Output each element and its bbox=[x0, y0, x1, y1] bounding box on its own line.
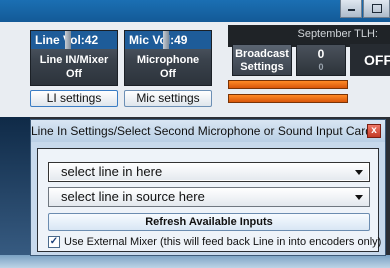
mic-settings-button[interactable]: Mic settings bbox=[124, 90, 212, 107]
chevron-down-icon[interactable] bbox=[355, 195, 363, 200]
line-in-source-select[interactable]: select line in source here bbox=[48, 187, 370, 207]
broadcast-state: OFF bbox=[350, 44, 390, 76]
line-vol-slider-thumb[interactable] bbox=[65, 31, 71, 49]
background-window bbox=[0, 117, 30, 268]
external-mixer-checkbox[interactable]: ✓ bbox=[48, 236, 60, 248]
microphone-label: Microphone bbox=[136, 54, 200, 66]
level-meter-left bbox=[228, 80, 348, 89]
mic-vol-slider-thumb[interactable] bbox=[163, 31, 169, 49]
line-in-mixer-state: Off bbox=[66, 68, 82, 80]
dialog-content: select line in here select line in sourc… bbox=[37, 148, 382, 252]
refresh-inputs-button[interactable]: Refresh Available Inputs bbox=[48, 213, 370, 231]
line-in-mixer-toggle[interactable]: Line Vol:42 Line IN/Mixer Off bbox=[30, 30, 118, 86]
listener-count-value: 0 bbox=[317, 47, 325, 61]
microphone-toggle[interactable]: Mic Vol:49 Microphone Off bbox=[124, 30, 212, 86]
broadcast-label-line1: Broadcast bbox=[235, 48, 289, 60]
line-vol-slider[interactable]: Line Vol:42 bbox=[31, 31, 117, 49]
dialog-title-bar[interactable]: Line In Settings/Select Second Microphon… bbox=[31, 120, 385, 142]
chevron-down-icon[interactable] bbox=[355, 170, 363, 175]
line-in-select[interactable]: select line in here bbox=[48, 162, 370, 182]
app-title-bar bbox=[0, 0, 390, 22]
listener-count-sub: 0 bbox=[318, 62, 324, 72]
broadcast-settings-button[interactable]: Broadcast Settings bbox=[232, 44, 292, 76]
dialog-title: Line In Settings/Select Second Microphon… bbox=[31, 124, 372, 138]
li-settings-button[interactable]: LI settings bbox=[30, 90, 118, 107]
line-in-settings-dialog: Line In Settings/Select Second Microphon… bbox=[30, 119, 386, 256]
mic-vol-label: Mic Vol:49 bbox=[129, 33, 188, 47]
line-in-select-value: select line in here bbox=[61, 164, 163, 179]
minimize-icon[interactable] bbox=[340, 0, 362, 18]
level-meter-right bbox=[228, 94, 348, 103]
broadcast-label-line2: Settings bbox=[240, 61, 284, 73]
maximize-icon[interactable] bbox=[363, 0, 390, 18]
line-in-mixer-label: Line IN/Mixer bbox=[39, 54, 109, 66]
tlh-label: September TLH: bbox=[297, 28, 378, 40]
background-window-bottom bbox=[0, 255, 390, 268]
close-icon[interactable]: x bbox=[367, 124, 381, 138]
line-in-source-select-value: select line in source here bbox=[61, 189, 205, 204]
external-mixer-label: Use External Mixer (this will feed back … bbox=[64, 236, 382, 248]
microphone-state: Off bbox=[160, 68, 176, 80]
listener-count: 0 0 bbox=[296, 44, 346, 76]
external-mixer-option[interactable]: ✓ Use External Mixer (this will feed bac… bbox=[48, 235, 382, 249]
